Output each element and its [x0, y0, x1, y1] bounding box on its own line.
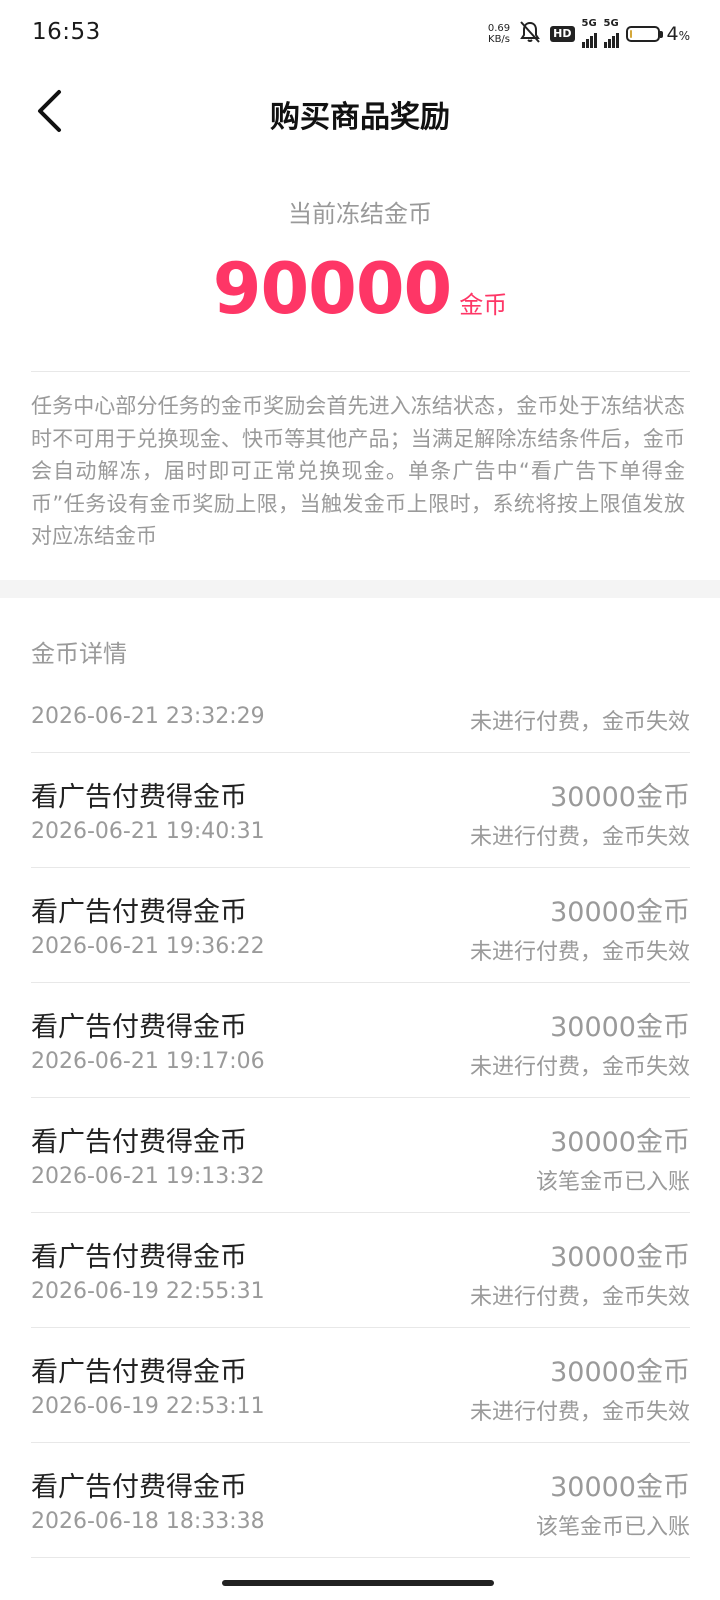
divider [31, 371, 690, 372]
status-time: 16:53 [32, 19, 101, 45]
network-speed-value: 0.69 [487, 23, 511, 34]
home-indicator[interactable] [222, 1580, 494, 1586]
record-status: 未进行付费，金币失效 [469, 940, 690, 965]
battery-level-fill [629, 30, 632, 38]
frozen-coins-amount: 90000 [212, 248, 453, 330]
section-separator [0, 580, 720, 598]
status-icons: 0.69 KB/s HD 5G 5G 4% [488, 18, 690, 50]
bell-off-icon [517, 19, 543, 49]
coin-record[interactable]: 看广告付费得金币 2026-06-19 22:53:11 30000金币 未进行… [31, 1328, 690, 1443]
record-status: 未进行付费，金币失效 [469, 1055, 690, 1080]
coin-record[interactable]: 看广告付费得金币 2026-06-21 19:13:32 30000金币 该笔金… [31, 1098, 690, 1213]
record-date: 2026-06-21 19:17:06 [31, 1049, 265, 1074]
record-title: 看广告付费得金币 [31, 782, 247, 813]
network-speed-unit: KB/s [488, 34, 511, 45]
battery-percent-symbol: % [678, 29, 690, 43]
coin-details-title: 金币详情 [31, 640, 127, 668]
record-title: 看广告付费得金币 [31, 1472, 247, 1503]
signal-icon-sim2: 5G [603, 18, 619, 48]
coin-record[interactable]: 看广告付费得金币 2026-06-18 18:33:38 30000金币 该笔金… [31, 1443, 690, 1558]
frozen-coins-description: 任务中心部分任务的金币奖励会首先进入冻结状态，金币处于冻结状态时不可用于兑换现金… [31, 394, 685, 548]
sim1-network-label: 5G [581, 18, 597, 29]
record-date: 2026-06-21 23:32:29 [31, 704, 265, 729]
coin-record[interactable]: 看广告付费得金币 2026-06-21 19:40:31 30000金币 未进行… [31, 753, 690, 868]
record-date: 2026-06-18 18:33:38 [31, 1509, 265, 1534]
battery-percent: 4% [667, 23, 691, 45]
frozen-coins-summary: 当前冻结金币 90000 金币 [0, 156, 720, 329]
record-amount: 30000金币 [550, 1012, 690, 1043]
record-status: 未进行付费，金币失效 [469, 1400, 690, 1425]
battery-percent-value: 4 [666, 23, 679, 45]
record-title: 看广告付费得金币 [31, 1012, 247, 1043]
coin-record[interactable]: 看广告付费得金币 2026-06-21 19:17:06 30000金币 未进行… [31, 983, 690, 1098]
network-speed: 0.69 KB/s [488, 23, 510, 45]
record-amount: 30000金币 [550, 782, 690, 813]
record-status: 未进行付费，金币失效 [469, 710, 690, 735]
frozen-coins-label: 当前冻结金币 [288, 200, 432, 228]
coin-record-list: 看广告付费得金币 2026-06-21 19:40:31 30000金币 未进行… [31, 753, 690, 1558]
coin-record[interactable]: 看广告付费得金币 2026-06-19 22:55:31 30000金币 未进行… [31, 1213, 690, 1328]
sim2-network-label: 5G [603, 18, 619, 29]
record-date: 2026-06-19 22:53:11 [31, 1394, 265, 1419]
record-title: 看广告付费得金币 [31, 1127, 247, 1158]
coin-record[interactable]: 看广告付费得金币 2026-06-21 19:36:22 30000金币 未进行… [31, 868, 690, 983]
record-status: 该笔金币已入账 [535, 1515, 690, 1540]
record-title: 看广告付费得金币 [31, 1357, 247, 1388]
top-nav-bar: 购买商品奖励 [0, 66, 720, 156]
record-status: 未进行付费，金币失效 [469, 825, 690, 850]
battery-icon: 4% [625, 23, 691, 45]
record-title: 看广告付费得金币 [31, 897, 247, 928]
record-amount: 30000金币 [550, 1357, 690, 1388]
record-date: 2026-06-21 19:13:32 [31, 1164, 265, 1189]
record-amount: 30000金币 [550, 1472, 690, 1503]
record-date: 2026-06-21 19:36:22 [31, 934, 265, 959]
record-date: 2026-06-19 22:55:31 [31, 1279, 265, 1304]
coin-record-partial[interactable]: 2026-06-21 23:32:29 未进行付费，金币失效 [31, 700, 690, 753]
frozen-coins-unit: 金币 [459, 291, 508, 319]
record-status: 未进行付费，金币失效 [469, 1285, 690, 1310]
record-amount: 30000金币 [550, 1127, 690, 1158]
page-title: 购买商品奖励 [270, 100, 450, 135]
record-amount: 30000金币 [550, 1242, 690, 1273]
status-bar: 16:53 0.69 KB/s HD 5G 5G 4% [0, 0, 720, 66]
record-title: 看广告付费得金币 [31, 1242, 247, 1273]
frozen-coins-amount-row: 90000 金币 [0, 249, 720, 329]
signal-icon-sim1: 5G [581, 18, 597, 48]
record-amount: 30000金币 [550, 897, 690, 928]
record-status: 该笔金币已入账 [535, 1170, 690, 1195]
record-date: 2026-06-21 19:40:31 [31, 819, 265, 844]
hd-voice-badge: HD [550, 26, 575, 42]
